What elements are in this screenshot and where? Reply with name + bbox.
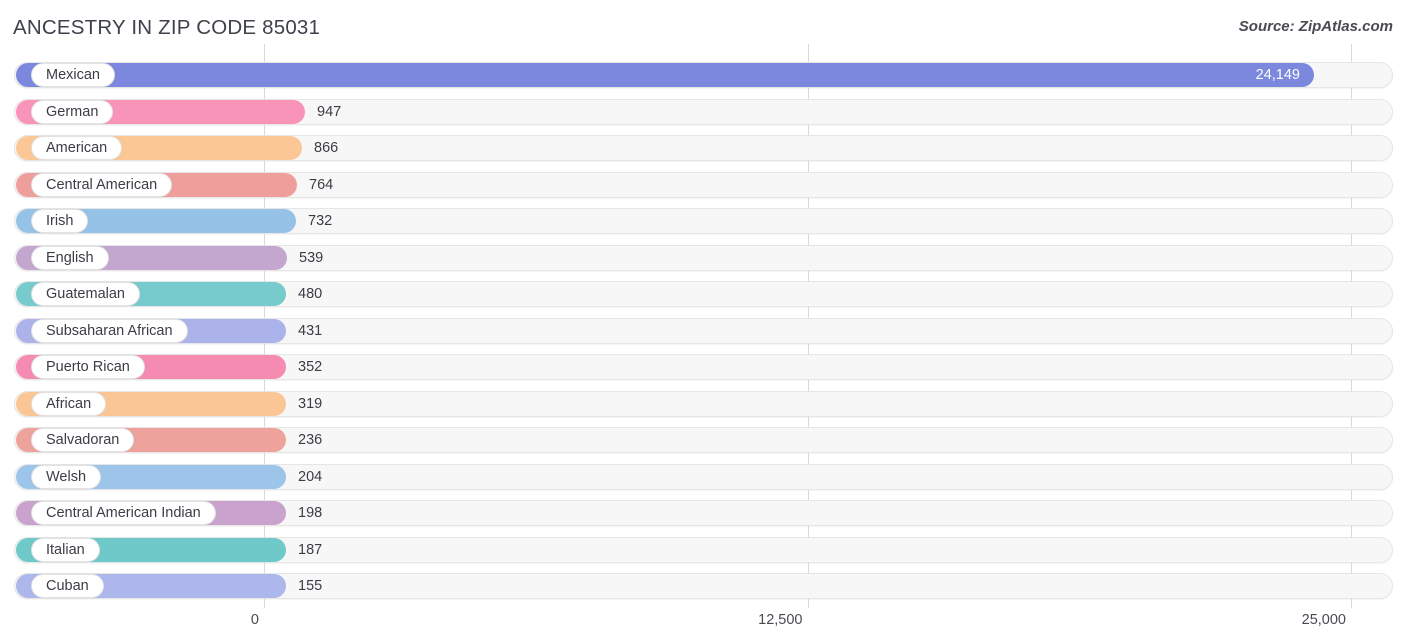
bar-category-label: Cuban	[31, 574, 104, 598]
bar-value-label: 204	[298, 468, 323, 485]
bar-value-label: 866	[314, 140, 339, 156]
bar-value-label: 155	[298, 578, 323, 594]
bar-row[interactable]: Irish 732	[0, 206, 1406, 236]
bar-row[interactable]: Central American Indian 198	[0, 498, 1406, 528]
bar-row[interactable]: Italian 187	[0, 535, 1406, 565]
bar-row[interactable]: Guatemalan 480	[0, 279, 1406, 309]
bar-value-label: 732	[308, 213, 333, 229]
bar-rows: Mexican 24,149 German 947 American 866 Central…	[0, 60, 1406, 608]
bar-category-label: Central American	[31, 172, 173, 197]
bar-fill[interactable]	[16, 63, 1314, 87]
ancestry-bar-chart: ANCESTRY IN ZIP CODE 85031 Source: ZipAt…	[0, 0, 1406, 644]
bar-value-label: 187	[298, 541, 323, 558]
bar-value-label: 236	[298, 432, 323, 448]
bar-value-label: 198	[298, 505, 323, 521]
bar-value-label: 480	[298, 286, 323, 302]
bar-row[interactable]: Cuban 155	[0, 571, 1406, 601]
axis-tick-label: 0	[250, 612, 259, 628]
bar-value-label: 947	[317, 103, 342, 120]
bar-row[interactable]: African 319	[0, 389, 1406, 419]
bar-category-label: English	[31, 245, 109, 270]
source-attribution: Source: ZipAtlas.com	[1238, 18, 1393, 35]
bar-category-label: Welsh	[31, 464, 102, 489]
bar-row[interactable]: Mexican 24,149	[0, 60, 1406, 90]
bar-value-label: 24,149	[1255, 67, 1300, 83]
bar-row[interactable]: English 539	[0, 243, 1406, 273]
bar-category-label: Subsaharan African	[31, 318, 188, 343]
bar-value-label: 352	[298, 359, 323, 375]
bar-value-label: 319	[298, 395, 323, 412]
bar-category-label: Irish	[31, 209, 89, 233]
bar-category-label: Mexican	[31, 63, 115, 87]
bar-value-label: 539	[299, 249, 324, 266]
bar-category-label: Italian	[31, 537, 100, 562]
plot-area: Mexican 24,149 German 947 American 866 Central…	[0, 44, 1406, 608]
page-title: ANCESTRY IN ZIP CODE 85031	[13, 16, 321, 39]
bar-category-label: Central American Indian	[31, 501, 216, 525]
bar-row[interactable]: Salvadoran 236	[0, 425, 1406, 455]
bar-category-label: African	[31, 391, 107, 416]
bar-category-label: American	[31, 136, 123, 160]
bar-value-label: 764	[309, 176, 334, 193]
bar-category-label: German	[31, 99, 114, 124]
x-axis: 0 12,500 25,000	[0, 608, 1406, 644]
bar-row[interactable]: American 866	[0, 133, 1406, 163]
chart-header: ANCESTRY IN ZIP CODE 85031 Source: ZipAt…	[0, 0, 1406, 56]
bar-category-label: Puerto Rican	[31, 355, 145, 379]
bar-row[interactable]: Welsh 204	[0, 462, 1406, 492]
bar-row[interactable]: Subsaharan African 431	[0, 316, 1406, 346]
axis-tick-label: 25,000	[1301, 612, 1346, 628]
bar-value-label: 431	[298, 322, 323, 339]
bar-row[interactable]: German 947	[0, 97, 1406, 127]
bar-row[interactable]: Central American 764	[0, 170, 1406, 200]
bar-category-label: Guatemalan	[31, 282, 140, 306]
bar-category-label: Salvadoran	[31, 428, 135, 452]
bar-row[interactable]: Puerto Rican 352	[0, 352, 1406, 382]
axis-tick-label: 12,500	[758, 612, 803, 628]
